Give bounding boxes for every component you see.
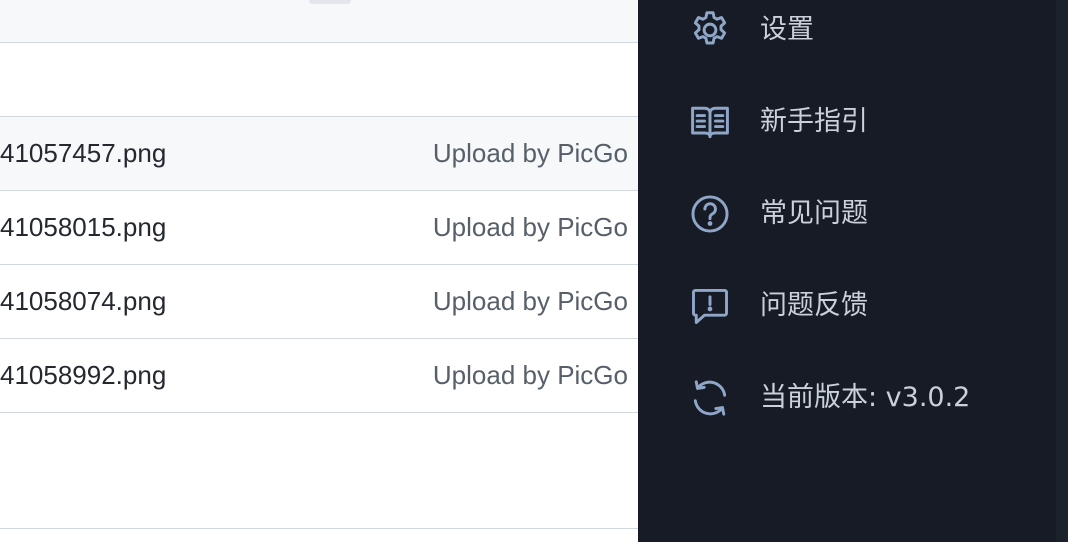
file-description: Upload by PicGo (432, 286, 628, 316)
menu-item-guide[interactable]: 新手指引 (638, 76, 1056, 168)
file-name: 41058015.png (0, 212, 167, 242)
question-circle-icon (688, 192, 732, 236)
menu-item-feedback[interactable]: 问题反馈 (638, 260, 1056, 352)
feedback-icon (688, 284, 732, 328)
file-name: 41058074.png (0, 286, 167, 316)
list-divider (0, 528, 638, 529)
file-description: Upload by PicGo (432, 138, 628, 168)
file-table: 41057457.png Upload by PicGo 41058015.pn… (0, 116, 638, 413)
file-list-panel: 41057457.png Upload by PicGo 41058015.pn… (0, 0, 638, 542)
scroll-gutter (1056, 0, 1068, 542)
gear-icon (688, 8, 732, 52)
menu-item-label: 当前版本: v3.0.2 (760, 382, 971, 413)
menu-item-label: 设置 (760, 14, 814, 45)
book-icon (688, 100, 732, 144)
table-row[interactable]: 41058992.png Upload by PicGo (0, 339, 638, 413)
header-chip (309, 0, 351, 4)
table-row[interactable]: 41057457.png Upload by PicGo (0, 117, 638, 191)
menu-item-faq[interactable]: 常见问题 (638, 168, 1056, 260)
menu-item-label: 问题反馈 (760, 290, 868, 321)
table-row[interactable]: 41058015.png Upload by PicGo (0, 191, 638, 265)
menu-item-settings[interactable]: 设置 (638, 0, 1056, 76)
dropdown-menu: 设置 新手指引 常见问题 问题反馈 当前版本: v3.0.2 (638, 0, 1056, 542)
table-row[interactable]: 41058074.png Upload by PicGo (0, 265, 638, 339)
menu-item-label: 新手指引 (760, 106, 868, 137)
file-name: 41058992.png (0, 360, 167, 390)
menu-item-label: 常见问题 (760, 198, 868, 229)
file-description: Upload by PicGo (432, 360, 628, 390)
file-description: Upload by PicGo (432, 212, 628, 242)
list-header (0, 0, 638, 43)
menu-item-version[interactable]: 当前版本: v3.0.2 (638, 352, 1056, 444)
sync-icon (688, 376, 732, 420)
file-name: 41057457.png (0, 138, 167, 168)
